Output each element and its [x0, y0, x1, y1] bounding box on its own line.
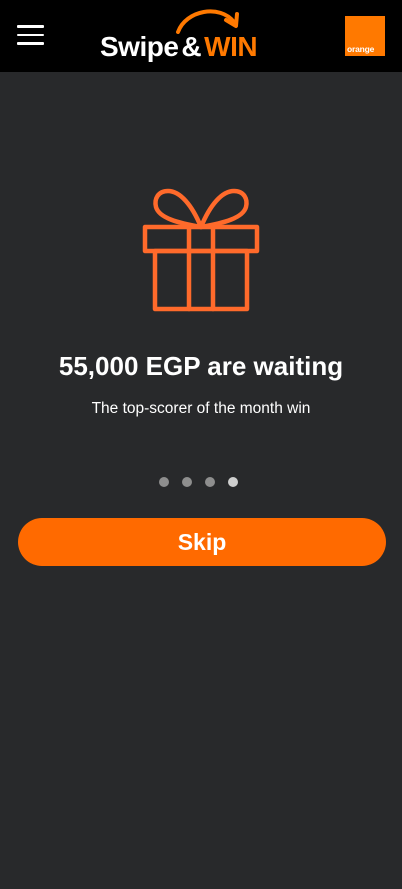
page-dot-2[interactable] [182, 477, 192, 487]
page-dot-3[interactable] [205, 477, 215, 487]
onboarding-subline: The top-scorer of the month win [91, 400, 311, 417]
gift-icon [142, 188, 260, 312]
top-bar: Swipe & WIN orange [0, 0, 402, 72]
brand-label: orange [347, 44, 375, 54]
logo-ampersand: & [181, 31, 202, 62]
curved-arrow-icon [176, 9, 239, 34]
menu-line [17, 25, 44, 28]
page-indicator [159, 477, 243, 489]
orange-brand-logo: orange [345, 16, 385, 56]
menu-line [17, 42, 44, 45]
logo-swipe-text: Swipe [100, 31, 179, 62]
swipe-and-win-logo: Swipe & WIN [100, 6, 292, 66]
hamburger-menu-icon[interactable] [17, 25, 45, 47]
logo-wordmark: Swipe & WIN [100, 31, 258, 62]
page-dot-1[interactable] [159, 477, 169, 487]
menu-line [17, 33, 44, 37]
logo-win-text: WIN [204, 31, 258, 62]
onboarding-headline: 55,000 EGP are waiting [58, 351, 344, 381]
page-dot-4-active[interactable] [228, 477, 238, 487]
skip-button[interactable]: Skip [18, 518, 386, 566]
